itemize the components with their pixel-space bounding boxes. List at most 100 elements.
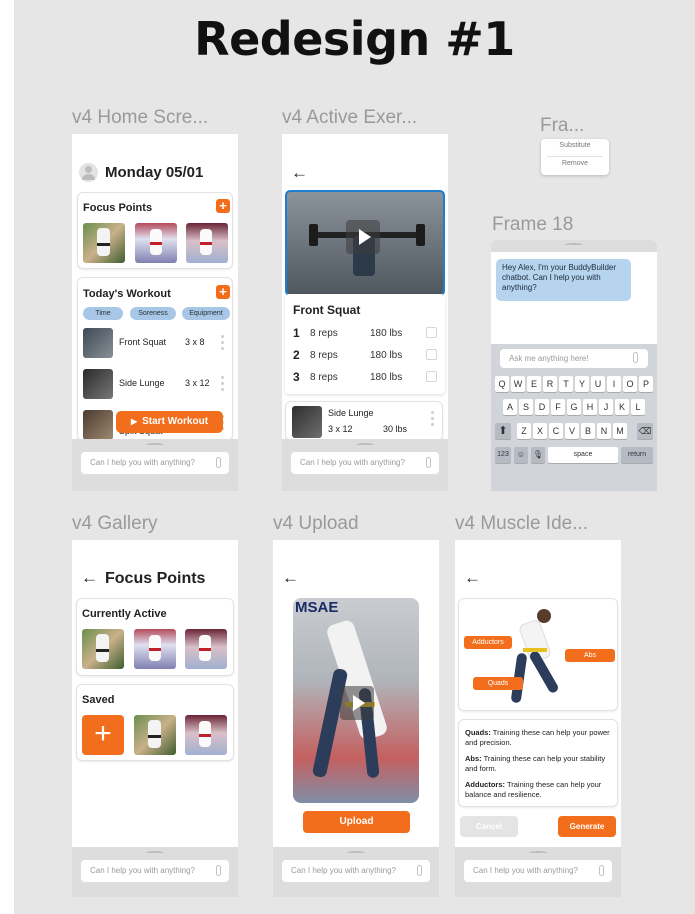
set-checkbox[interactable] [426, 349, 437, 360]
play-icon[interactable] [340, 686, 374, 720]
add-image-button[interactable]: + [82, 715, 124, 755]
quads-tag[interactable]: Quads [473, 677, 523, 690]
drag-handle-icon[interactable] [431, 411, 434, 429]
mic-icon[interactable] [417, 865, 422, 876]
back-arrow-icon[interactable]: ← [291, 164, 308, 181]
drag-handle-icon[interactable] [221, 335, 224, 353]
chat-input[interactable]: Can I help you with anything? [464, 860, 612, 882]
focus-image[interactable] [135, 223, 177, 263]
keyboard-key[interactable]: X [533, 423, 547, 439]
back-arrow-icon[interactable]: ← [464, 569, 481, 586]
keyboard-key[interactable]: K [615, 399, 629, 415]
focus-image[interactable] [83, 223, 125, 263]
filter-soreness[interactable]: Soreness [130, 307, 176, 320]
keyboard-key[interactable]: C [549, 423, 563, 439]
mic-key-icon[interactable]: 🎙 [531, 447, 545, 463]
saved-image[interactable] [134, 715, 176, 755]
upload-preview-image[interactable]: MSAE [293, 598, 419, 803]
abs-tag[interactable]: Abs [565, 649, 615, 662]
focus-image[interactable] [186, 223, 228, 263]
backspace-key-icon[interactable]: ⌫ [637, 423, 653, 439]
focus-image[interactable] [82, 629, 124, 669]
keyboard-key[interactable]: L [631, 399, 645, 415]
shift-key-icon[interactable]: ⬆ [495, 423, 511, 439]
upload-button[interactable]: Upload [303, 811, 410, 833]
keyboard-key[interactable]: P [639, 376, 653, 392]
numbers-key[interactable]: 123 [495, 447, 511, 463]
set-checkbox[interactable] [426, 371, 437, 382]
keyboard-key[interactable]: G [567, 399, 581, 415]
keyboard-key[interactable]: B [581, 423, 595, 439]
chat-handle[interactable] [146, 851, 164, 855]
return-key[interactable]: return [621, 447, 653, 463]
keyboard-key[interactable]: Q [495, 376, 509, 392]
filter-time[interactable]: Time [83, 307, 123, 320]
set-row[interactable]: 3 8 reps 180 lbs [285, 370, 445, 390]
mic-icon[interactable] [599, 865, 604, 876]
next-exercise-card[interactable]: Side Lunge 3 x 12 30 lbs [285, 401, 443, 441]
saved-image[interactable] [185, 715, 227, 755]
keyboard-key[interactable]: N [597, 423, 611, 439]
frame-label-frame18[interactable]: Frame 18 [492, 214, 573, 236]
focus-image[interactable] [134, 629, 176, 669]
chat-handle[interactable] [356, 443, 374, 447]
emoji-key-icon[interactable]: ☺ [514, 447, 528, 463]
back-arrow-icon[interactable]: ← [81, 569, 98, 586]
exercise-video[interactable] [285, 190, 445, 296]
chat-input[interactable]: Can I help you with anything? [81, 860, 229, 882]
mic-icon[interactable] [633, 352, 638, 363]
keyboard-key[interactable]: W [511, 376, 525, 392]
space-key[interactable]: space [548, 447, 618, 463]
keyboard-key[interactable]: D [535, 399, 549, 415]
frame-label-upload[interactable]: v4 Upload [273, 513, 359, 535]
exercise-row[interactable]: Side Lunge 3 x 12 [78, 366, 234, 404]
keyboard-key[interactable]: F [551, 399, 565, 415]
chat-handle[interactable] [347, 851, 365, 855]
chat-input[interactable]: Can I help you with anything? [282, 860, 430, 882]
set-checkbox[interactable] [426, 327, 437, 338]
play-icon[interactable] [346, 220, 380, 254]
keyboard-key[interactable]: V [565, 423, 579, 439]
frame-label-home[interactable]: v4 Home Scre... [72, 107, 208, 129]
frame-label-fra[interactable]: Fra... [540, 115, 584, 137]
keyboard-key[interactable]: H [583, 399, 597, 415]
keyboard-key[interactable]: J [599, 399, 613, 415]
add-focus-button[interactable]: + [216, 199, 230, 213]
mic-icon[interactable] [216, 457, 221, 468]
keyboard-key[interactable]: Z [517, 423, 531, 439]
keyboard-key[interactable]: Y [575, 376, 589, 392]
filter-equipment[interactable]: Equipment [182, 307, 230, 320]
focus-image[interactable] [185, 629, 227, 669]
adductors-tag[interactable]: Adductors [464, 636, 512, 649]
keyboard-key[interactable]: A [503, 399, 517, 415]
keyboard-key[interactable]: I [607, 376, 621, 392]
mic-icon[interactable] [426, 457, 431, 468]
keyboard-key[interactable]: E [527, 376, 541, 392]
keyboard-key[interactable]: S [519, 399, 533, 415]
add-exercise-button[interactable]: + [216, 285, 230, 299]
chat-handle[interactable] [529, 851, 547, 855]
frame-label-muscle[interactable]: v4 Muscle Ide... [455, 513, 588, 535]
keyboard-key[interactable]: M [613, 423, 627, 439]
chat-input[interactable]: Can I help you with anything? [291, 452, 439, 474]
avatar[interactable] [79, 163, 98, 182]
drag-handle-icon[interactable] [221, 376, 224, 394]
frame-label-active[interactable]: v4 Active Exer... [282, 107, 417, 129]
back-arrow-icon[interactable]: ← [282, 569, 299, 586]
keyboard-key[interactable]: T [559, 376, 573, 392]
keyboard-key[interactable]: R [543, 376, 557, 392]
chat-input[interactable]: Ask me anything here! [500, 349, 648, 368]
generate-button[interactable]: Generate [558, 816, 616, 837]
chat-handle[interactable] [146, 443, 164, 447]
set-row[interactable]: 1 8 reps 180 lbs [285, 326, 445, 346]
set-row[interactable]: 2 8 reps 180 lbs [285, 348, 445, 368]
mic-icon[interactable] [216, 865, 221, 876]
keyboard-key[interactable]: O [623, 376, 637, 392]
substitute-menu-item[interactable]: Substitute [541, 142, 609, 149]
exercise-row[interactable]: Front Squat 3 x 8 [78, 325, 234, 363]
chat-input[interactable]: Can I help you with anything? [81, 452, 229, 474]
cancel-button[interactable]: Cancel [460, 816, 518, 837]
frame-label-gallery[interactable]: v4 Gallery [72, 513, 158, 535]
start-workout-button[interactable]: ▶ Start Workout [116, 411, 223, 433]
keyboard-key[interactable]: U [591, 376, 605, 392]
